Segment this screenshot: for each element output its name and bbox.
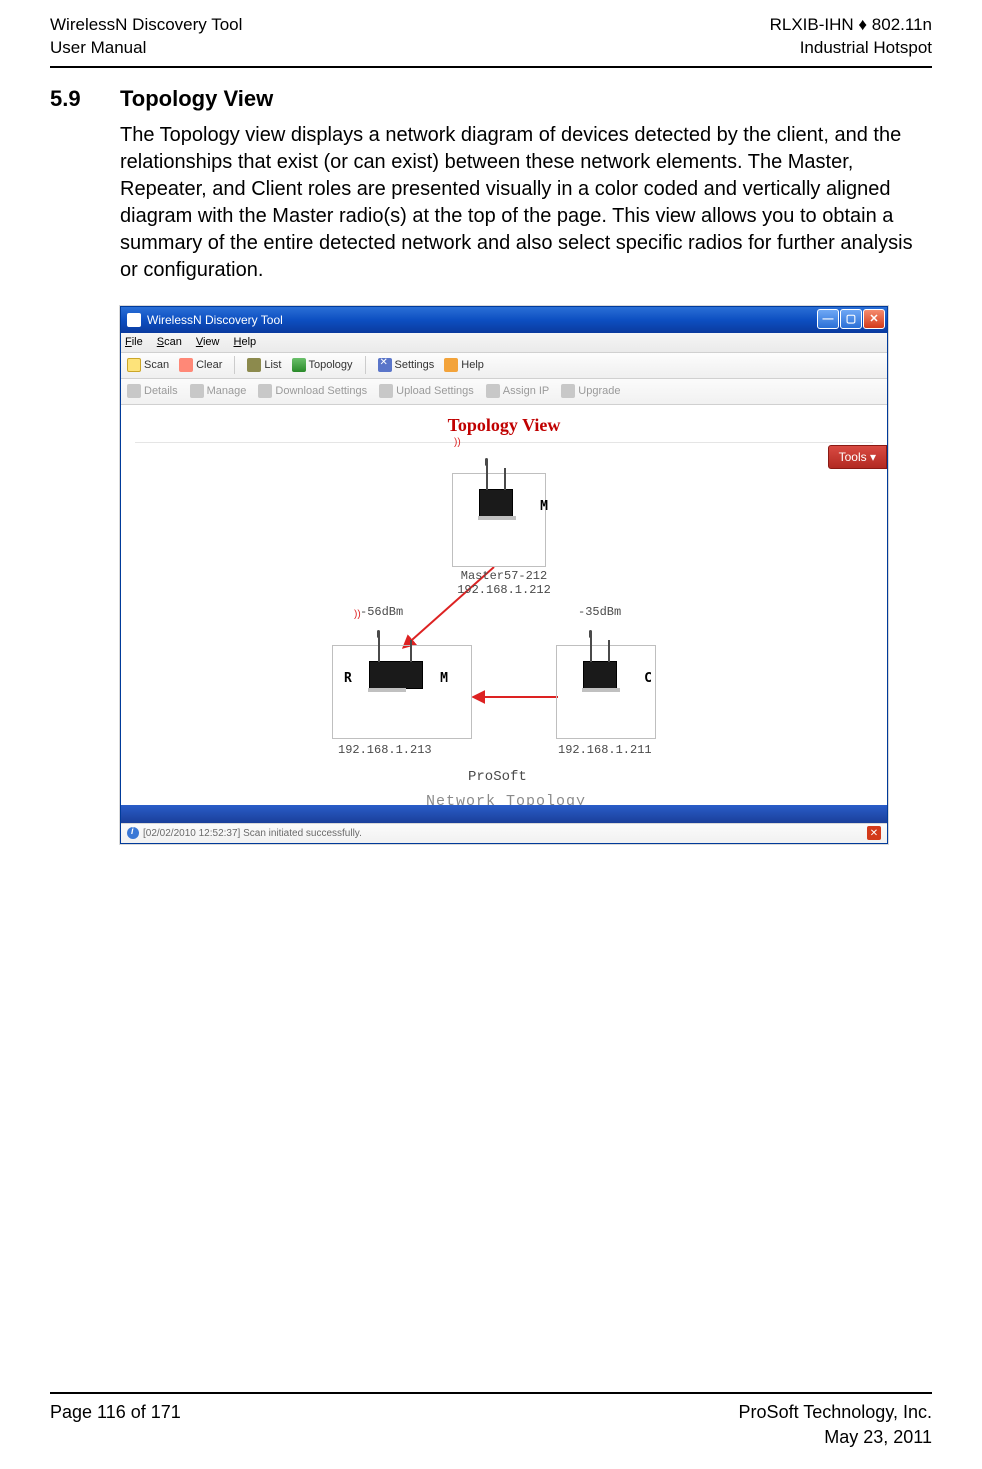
window-close-button[interactable]: ✕ [863,309,885,329]
header-left-2: User Manual [50,37,242,60]
status-close-button[interactable]: ✕ [867,826,881,840]
footer-page: Page 116 of 171 [50,1400,181,1449]
label-client-ip: 192.168.1.211 [558,743,652,757]
topology-heading: Topology View [121,405,887,438]
screenshot-figure: WirelessN Discovery Tool — ▢ ✕ File Scan… [50,306,932,844]
toolbar-secondary: Details Manage Download Settings Upload … [121,379,887,405]
footer-company: ProSoft Technology, Inc. [739,1400,932,1424]
tools-button[interactable]: Tools ▾ [828,445,887,469]
clear-icon [179,358,193,372]
menu-file[interactable]: File [125,336,143,348]
upgrade-icon [561,384,575,398]
assign-ip-icon [486,384,500,398]
footer-date: May 23, 2011 [739,1425,932,1449]
menu-scan[interactable]: Scan [157,336,182,348]
page-footer: Page 116 of 171 ProSoft Technology, Inc.… [50,1392,932,1449]
info-icon [127,827,139,839]
menu-view[interactable]: View [196,336,220,348]
status-bar-band [121,805,887,823]
menu-help[interactable]: Help [234,336,257,348]
header-right-2: Industrial Hotspot [770,37,932,60]
window-maximize-button[interactable]: ▢ [840,309,862,329]
settings-icon [378,358,392,372]
app-window: WirelessN Discovery Tool — ▢ ✕ File Scan… [120,306,888,844]
toolbar-topology[interactable]: Topology [292,358,353,372]
topology-content: Topology View Tools ▾ [121,405,887,825]
manage-icon [190,384,204,398]
download-icon [258,384,272,398]
toolbar-download-settings[interactable]: Download Settings [258,384,367,398]
topology-icon [292,358,306,372]
section-body: The Topology view displays a network dia… [50,122,932,284]
toolbar-scan[interactable]: Scan [127,358,169,372]
toolbar-clear[interactable]: Clear [179,358,222,372]
help-icon [444,358,458,372]
status-text: [02/02/2010 12:52:37] Scan initiated suc… [143,828,362,839]
toolbar-primary: Scan Clear List Topology Settings Help [121,353,887,379]
toolbar-upload-settings[interactable]: Upload Settings [379,384,474,398]
network-diagram: )) M )) R M C Master [294,471,714,801]
section-title: Topology View [120,86,273,111]
app-icon [127,313,141,327]
page-header: WirelessN Discovery Tool User Manual RLX… [50,14,932,68]
device-repeater[interactable]: )) R M [358,647,434,719]
label-dbm-right: -35dBm [578,605,621,619]
toolbar-settings[interactable]: Settings [378,358,435,372]
upload-icon [379,384,393,398]
section-heading: 5.9Topology View [50,86,932,112]
header-left-1: WirelessN Discovery Tool [50,14,242,37]
device-master[interactable]: )) M [458,475,534,547]
toolbar-upgrade[interactable]: Upgrade [561,384,620,398]
window-title: WirelessN Discovery Tool [147,313,283,327]
label-dbm-left: -56dBm [360,605,403,619]
status-bar: [02/02/2010 12:52:37] Scan initiated suc… [121,823,887,843]
toolbar-list[interactable]: List [247,358,281,372]
toolbar-assign-ip[interactable]: Assign IP [486,384,549,398]
section-number: 5.9 [50,86,120,112]
role-repeater: R [344,671,352,686]
details-icon [127,384,141,398]
search-icon [127,358,141,372]
wifi-icon: )) [454,439,461,447]
toolbar-help[interactable]: Help [444,358,484,372]
list-icon [247,358,261,372]
toolbar-separator [234,356,235,374]
toolbar-details[interactable]: Details [127,384,178,398]
toolbar-manage[interactable]: Manage [190,384,247,398]
role-client: C [644,671,652,686]
menu-bar: File Scan View Help [121,333,887,353]
role-master: M [540,499,548,514]
toolbar-separator [365,356,366,374]
divider [135,442,873,443]
header-right-1: RLXIB-IHN ♦ 802.11n [770,14,932,37]
window-minimize-button[interactable]: — [817,309,839,329]
device-client[interactable]: C [562,647,638,719]
window-titlebar[interactable]: WirelessN Discovery Tool — ▢ ✕ [121,307,887,333]
role-repeater-m: M [440,671,448,686]
label-brand: ProSoft [468,769,527,785]
label-repeater-ip: 192.168.1.213 [338,743,432,757]
label-master: Master57-212 192.168.1.212 [444,569,564,598]
